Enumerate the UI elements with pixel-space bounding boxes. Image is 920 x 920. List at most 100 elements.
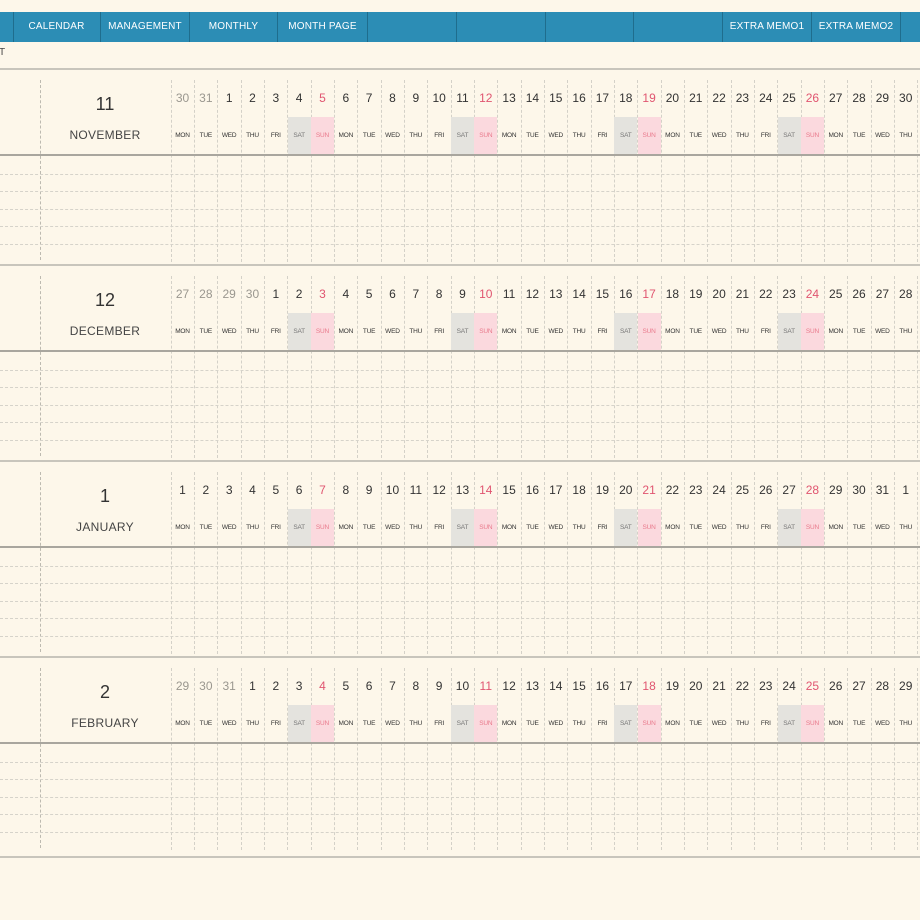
memo-row-line[interactable] [0, 565, 920, 567]
day-number: 5 [365, 287, 373, 301]
tab-calendar[interactable]: CALENDAR [13, 12, 101, 42]
day-column-line [473, 80, 475, 262]
weekday-label: FRI [760, 720, 771, 727]
weekday-label: FRI [760, 328, 771, 335]
day-column-line [917, 80, 919, 262]
weekday-label: MON [501, 524, 517, 531]
day-column-line [427, 276, 429, 458]
month-divider [0, 460, 920, 462]
memo-row-line[interactable] [0, 761, 920, 763]
weekday-label: SAT [450, 705, 474, 742]
day-column-line [847, 80, 849, 262]
weekday-label: MON [501, 720, 517, 727]
day-number: 22 [712, 91, 726, 105]
day-column-line [497, 80, 499, 262]
day-number: 9 [459, 287, 466, 301]
day-column-line [823, 276, 825, 458]
memo-row-line[interactable] [0, 600, 920, 602]
weekday-label: TUE [526, 524, 539, 531]
weekday-label: SAT [287, 705, 311, 742]
weekday-label: FRI [270, 524, 281, 531]
day-number: 25 [829, 287, 843, 301]
tab-empty-10[interactable] [901, 12, 920, 42]
weekday-label: TUE [852, 720, 866, 727]
day-column-line [380, 276, 382, 458]
day-column-line [660, 472, 662, 654]
day-column-line [800, 276, 802, 458]
month-header-rule [0, 350, 920, 352]
weekday-label: SAT [614, 705, 638, 742]
day-number: 11 [409, 483, 423, 497]
weekday-label: MON [665, 524, 680, 531]
weekday-label: WED [711, 720, 727, 727]
day-number: 18 [619, 91, 633, 105]
day-number: 29 [899, 679, 913, 693]
tab-empty-4[interactable] [368, 12, 457, 42]
day-number: 28 [199, 287, 213, 301]
day-number: 8 [389, 91, 396, 105]
memo-row-line[interactable] [0, 404, 920, 406]
tab-monthly[interactable]: MONTHLY [190, 12, 278, 42]
tab-empty-6[interactable] [546, 12, 634, 42]
day-number: 29 [175, 679, 190, 693]
day-column-line [893, 668, 895, 850]
memo-row-line[interactable] [0, 369, 920, 371]
memo-row-line[interactable] [0, 439, 920, 441]
day-column-line [240, 276, 242, 458]
day-column-line [171, 472, 172, 654]
weekday-label: MON [175, 524, 190, 531]
day-number: 17 [642, 287, 656, 301]
weekday-label: THU [246, 720, 259, 727]
memo-row-line[interactable] [0, 779, 920, 780]
memo-row-line[interactable] [0, 814, 920, 815]
memo-row-line[interactable] [0, 618, 920, 619]
day-column-line [847, 668, 849, 850]
day-column-line [567, 472, 569, 654]
memo-row-line[interactable] [0, 422, 920, 423]
day-number: 31 [875, 483, 890, 497]
weekday-label: SAT [614, 117, 638, 154]
day-number: 26 [805, 91, 820, 105]
day-column-line [450, 472, 452, 654]
day-number: 13 [502, 91, 516, 105]
memo-row-line[interactable] [0, 173, 920, 175]
tab-extra-memo2[interactable]: EXTRA MEMO2 [812, 12, 901, 42]
month-label-divider [40, 472, 41, 652]
memo-row-line[interactable] [0, 583, 920, 584]
tab-management[interactable]: MANAGEMENT [101, 12, 190, 42]
top-tab-bar: CALENDAR MANAGEMENT MONTHLY MONTH PAGE EXTRA… [0, 12, 920, 42]
weekday-label: THU [899, 524, 913, 531]
day-column-line [287, 668, 289, 850]
day-column-line [917, 668, 919, 850]
day-column-line [310, 668, 312, 850]
weekday-label: WED [221, 524, 237, 531]
memo-row-line[interactable] [0, 635, 920, 637]
tab-extra-memo1[interactable]: EXTRA MEMO1 [723, 12, 812, 42]
weekday-label: SAT [777, 313, 801, 350]
day-column-line [823, 80, 825, 262]
day-number: 22 [665, 483, 680, 497]
memo-row-line[interactable] [0, 243, 920, 245]
memo-row-line[interactable] [0, 208, 920, 210]
memo-row-line[interactable] [0, 796, 920, 798]
memo-row-line[interactable] [0, 387, 920, 388]
memo-row-line[interactable] [0, 191, 920, 192]
tab-month-page[interactable]: MONTH PAGE [278, 12, 368, 42]
tab-empty-7[interactable] [634, 12, 723, 42]
tab-bar-left-edge [0, 12, 14, 42]
day-column-line [870, 276, 872, 458]
day-number: 17 [619, 679, 633, 693]
weekday-label: MON [828, 328, 844, 335]
weekday-label: FRI [597, 328, 608, 335]
day-column-line [543, 80, 545, 262]
tab-empty-5[interactable] [457, 12, 546, 42]
memo-row-line[interactable] [0, 226, 920, 227]
weekday-label: SAT [777, 117, 801, 154]
day-column-line [730, 668, 732, 850]
weekday-label: THU [409, 132, 423, 139]
weekday-label: TUE [199, 720, 213, 727]
memo-row-line[interactable] [0, 831, 920, 833]
weekday-label: TUE [362, 132, 376, 139]
day-column-line [171, 668, 172, 850]
day-number: 15 [572, 679, 586, 693]
